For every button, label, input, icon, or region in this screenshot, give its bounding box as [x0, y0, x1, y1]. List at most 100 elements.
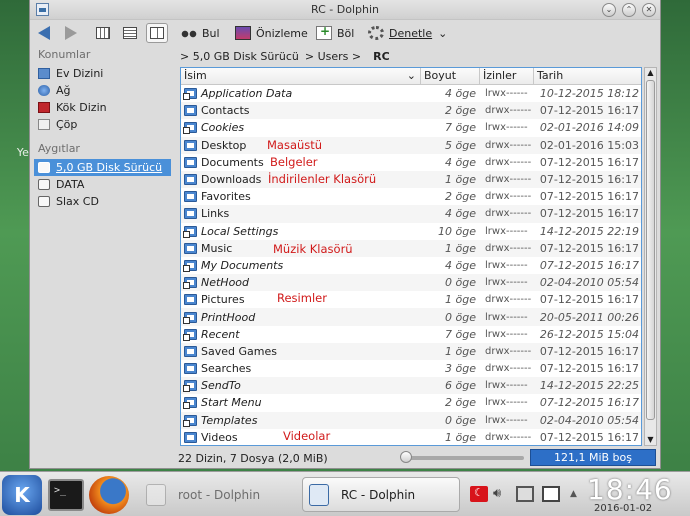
sidebar-item-home[interactable]: Ev Dizini	[34, 65, 174, 82]
table-row[interactable]: Contacts 2 öge drwx------ 07-12-2015 16:17	[181, 102, 641, 120]
file-permissions: drwx------	[485, 174, 532, 186]
sidebar-item-label: Ağ	[56, 84, 71, 97]
title-bar[interactable]: RC - Dolphin ⌄ ⌃ ✕	[30, 0, 660, 20]
zoom-slider-knob[interactable]	[400, 451, 412, 463]
table-row[interactable]: My Documents 4 öge lrwx------ 07-12-2015 16…	[181, 257, 641, 274]
table-row[interactable]: Templates 0 öge lrwx------ 02-04-2010 05:54	[181, 411, 641, 429]
task-label: root - Dolphin	[178, 487, 261, 502]
file-permissions: drwx------	[485, 363, 532, 375]
optical-disk-icon	[38, 196, 50, 207]
file-permissions: lrwx------	[485, 397, 528, 409]
monitor-icon[interactable]	[516, 486, 534, 502]
scroll-up-icon[interactable]: ▲	[646, 68, 655, 78]
table-row[interactable]: Links 4 öge drwx------ 07-12-2015 16:17	[181, 205, 641, 223]
sidebar-item-slax-cd[interactable]: Slax CD	[34, 193, 174, 210]
panel-splitter[interactable]	[176, 46, 179, 446]
zoom-slider[interactable]	[400, 451, 524, 463]
breadcrumb-item-users[interactable]: > Users >	[305, 50, 361, 63]
firefox-launcher-icon[interactable]	[89, 476, 129, 514]
table-row[interactable]: Start Menu 2 öge lrwx------ 07-12-2015 16:1…	[181, 394, 641, 411]
status-summary: 22 Dizin, 7 Dosya (2,0 MiB)	[178, 451, 328, 465]
table-row[interactable]: Cookies 7 öge lrwx------ 02-01-2016 14:09	[181, 119, 641, 136]
sidebar-item-data[interactable]: DATA	[34, 176, 174, 193]
table-row[interactable]: Favorites 2 öge drwx------ 07-12-2015 16:17	[181, 188, 641, 205]
speaker-icon[interactable]: 🔊︎	[493, 486, 511, 502]
column-permissions[interactable]: İzinler	[480, 67, 534, 85]
file-size: 1 öge	[445, 241, 476, 255]
folder-link-icon	[183, 88, 197, 101]
table-row[interactable]: PrintHood 0 öge lrwx------ 20-05-2011 00:26	[181, 308, 641, 326]
split-button[interactable]: Böl	[316, 23, 354, 43]
table-row[interactable]: Saved Games 1 öge drwx------ 07-12-2015 16:…	[181, 342, 641, 360]
configure-button[interactable]: Denetle ⌄	[368, 23, 447, 43]
close-icon[interactable]: ✕	[642, 3, 656, 17]
view-columns-button[interactable]	[146, 23, 168, 43]
task-rc-dolphin[interactable]: RC - Dolphin	[302, 477, 460, 512]
table-row[interactable]: Desktop 5 öge drwx------ 02-01-2016 15:03	[181, 136, 641, 154]
scroll-down-icon[interactable]: ▼	[646, 435, 655, 445]
file-size: 4 öge	[445, 258, 476, 272]
view-icons-button[interactable]	[92, 23, 114, 43]
file-name: Music	[201, 241, 233, 255]
minimize-icon[interactable]: ⌄	[602, 3, 616, 17]
breadcrumb-item-current[interactable]: RC	[373, 50, 390, 63]
table-row[interactable]: Music 1 öge drwx------ 07-12-2015 16:17	[181, 239, 641, 257]
table-row[interactable]: NetHood 0 öge lrwx------ 02-04-2010 05:54	[181, 274, 641, 292]
status-bar: 22 Dizin, 7 Dosya (2,0 MiB) 121,1 MiB bo…	[178, 449, 660, 467]
home-folder-icon	[38, 68, 50, 79]
sidebar-item-disk-drive[interactable]: 5,0 GB Disk Sürücü	[34, 159, 171, 176]
file-date: 07-12-2015 16:17	[539, 396, 639, 410]
forward-button[interactable]	[65, 23, 77, 43]
table-row[interactable]: Local Settings 10 öge lrwx------ 14-12-2015…	[181, 223, 641, 240]
file-name-cell: Saved Games	[181, 345, 421, 358]
file-name-cell: Favorites	[181, 190, 421, 203]
maximize-icon[interactable]: ⌃	[622, 3, 636, 17]
file-date: 07-12-2015 16:17	[539, 173, 639, 187]
network-icon[interactable]	[542, 486, 560, 502]
table-row[interactable]: Pictures 1 öge drwx------ 07-12-2015 16:17	[181, 291, 641, 308]
view-details-button[interactable]	[119, 23, 141, 43]
sidebar-item-root[interactable]: Kök Dizin	[34, 99, 174, 116]
sidebar-item-network[interactable]: Ağ	[34, 82, 174, 99]
file-permissions: drwx------	[485, 208, 532, 220]
file-size: 4 öge	[445, 87, 476, 101]
column-name-label: İsim	[184, 68, 207, 82]
table-row[interactable]: Application Data 4 öge lrwx------ 10-12-201…	[181, 85, 641, 102]
file-name: Pictures	[201, 293, 245, 307]
file-date: 20-05-2011 00:26	[539, 310, 639, 324]
table-row[interactable]: Recent 7 öge lrwx------ 26-12-2015 15:04	[181, 326, 641, 343]
table-row[interactable]: Downloads 1 öge drwx------ 07-12-2015 16:17	[181, 170, 641, 189]
task-root-dolphin[interactable]: root - Dolphin	[140, 477, 290, 512]
preview-button[interactable]: Önizleme	[235, 23, 308, 43]
file-permissions: drwx------	[485, 139, 532, 151]
sidebar-item-trash[interactable]: Çöp	[34, 116, 174, 133]
column-date[interactable]: Tarih	[534, 68, 641, 85]
file-date: 02-01-2016 14:09	[539, 121, 639, 135]
folder-icon	[184, 191, 197, 203]
devices-heading: Aygıtlar	[38, 142, 80, 155]
preview-icon	[235, 26, 251, 40]
table-row[interactable]: SendTo 6 öge lrwx------ 14-12-2015 22:25	[181, 377, 641, 395]
breadcrumb-item-disk[interactable]: > 5,0 GB Disk Sürücü	[180, 50, 299, 63]
file-name: SendTo	[201, 379, 241, 393]
file-permissions: lrwx------	[485, 311, 528, 323]
vertical-scrollbar[interactable]: ▲ ▼	[644, 67, 657, 446]
sidebar-item-label: Kök Dizin	[56, 101, 107, 114]
clock-time[interactable]: 18:46	[587, 473, 673, 506]
desktop-icon-label[interactable]: Yel	[0, 146, 32, 159]
find-button[interactable]: Bul	[181, 23, 220, 43]
kde-menu-button[interactable]: K	[2, 475, 42, 515]
folder-icon	[184, 345, 197, 357]
table-row[interactable]: Documents 4 öge drwx------ 07-12-2015 16:17	[181, 154, 641, 171]
table-row[interactable]: Videos 1 öge drwx------ 07-12-2015 16:17	[181, 429, 641, 446]
column-size[interactable]: Boyut	[421, 67, 480, 85]
back-button[interactable]	[38, 23, 50, 43]
file-name-cell: My Documents	[181, 259, 421, 272]
turkish-flag-icon[interactable]	[470, 486, 488, 502]
tray-expand-icon[interactable]: ▲	[570, 489, 577, 499]
column-name[interactable]: İsim ⌄	[181, 67, 421, 85]
free-space-bar[interactable]: 121,1 MiB boş	[530, 449, 656, 466]
table-row[interactable]: Searches 3 öge drwx------ 07-12-2015 16:17	[181, 360, 641, 377]
terminal-launcher-icon[interactable]: >_	[48, 479, 84, 511]
scrollbar-thumb[interactable]	[646, 80, 655, 420]
